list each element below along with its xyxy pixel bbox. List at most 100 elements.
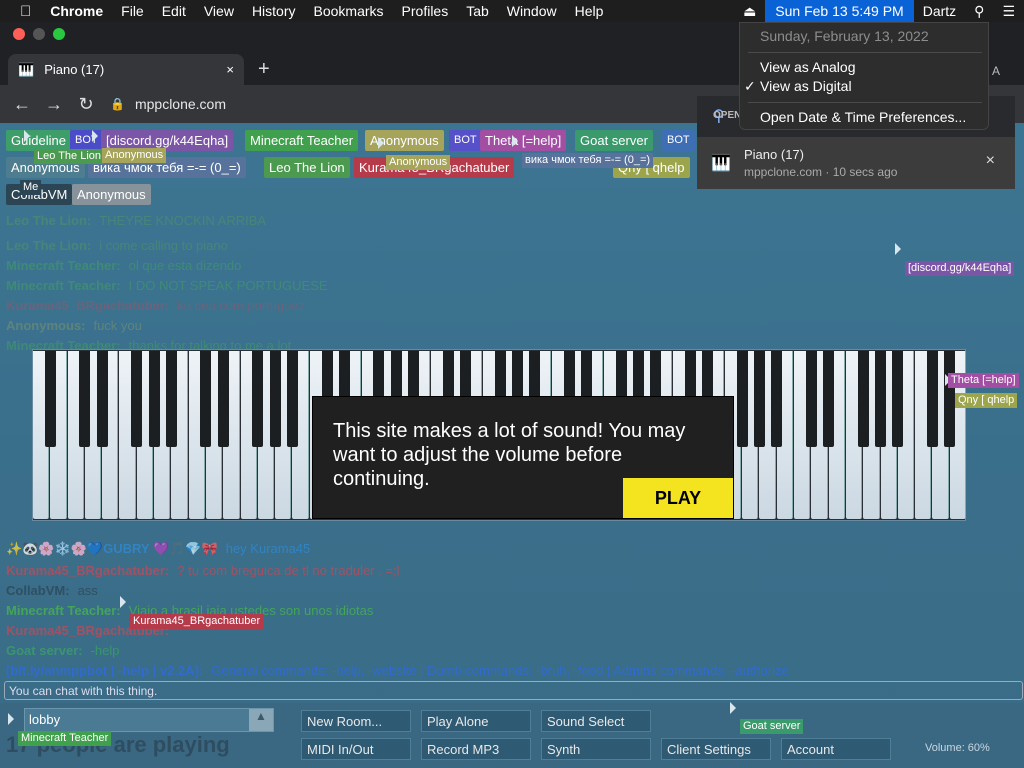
black-key[interactable]	[269, 351, 281, 447]
apple-icon[interactable]: 	[0, 3, 41, 20]
user-tag[interactable]: Theta [=help]	[480, 130, 567, 151]
chat-author: Leo The Lion:	[6, 238, 92, 253]
chat-message: CollabVM: ass	[6, 583, 98, 598]
menu-bar:  Chrome File Edit View History Bookmark…	[0, 0, 1024, 22]
user-tag[interactable]: BOT	[662, 130, 695, 151]
view-as-analog-item[interactable]: View as Analog	[760, 59, 855, 75]
cursor-icon	[512, 135, 518, 147]
chat-author: Minecraft Teacher:	[6, 278, 121, 293]
user-tag[interactable]: BOT	[449, 130, 482, 151]
black-key[interactable]	[944, 351, 956, 447]
cursor-icon	[730, 702, 736, 714]
menu-profiles[interactable]: Profiles	[393, 3, 458, 19]
menu-window[interactable]: Window	[498, 3, 566, 19]
play-button[interactable]: PLAY	[623, 478, 733, 518]
client-settings-button[interactable]: Client Settings	[661, 738, 771, 760]
view-as-digital-item[interactable]: View as Digital	[760, 78, 852, 94]
black-key[interactable]	[217, 351, 229, 447]
zoom-window-button[interactable]	[53, 28, 65, 40]
url-text: mppclone.com	[134, 96, 226, 112]
synth-button[interactable]: Synth	[541, 738, 651, 760]
menu-app-chrome[interactable]: Chrome	[41, 3, 112, 19]
black-key[interactable]	[79, 351, 91, 447]
tab-title: Piano (17)	[44, 62, 105, 77]
chat-text: ? tu com breguica de tl no traduler . =;…	[177, 563, 400, 578]
address-bar[interactable]: 🔒 mppclone.com	[110, 96, 226, 112]
menu-view[interactable]: View	[195, 3, 243, 19]
user-tag[interactable]: Anonymous	[365, 130, 444, 151]
chevron-up-icon[interactable]: ▲	[249, 709, 273, 731]
tab-close-icon[interactable]: ×	[226, 62, 234, 77]
back-icon[interactable]: ←	[6, 94, 38, 115]
close-icon[interactable]: ×	[986, 152, 995, 170]
black-key[interactable]	[892, 351, 904, 447]
cursor-icon	[92, 130, 98, 142]
minimize-window-button[interactable]	[33, 28, 45, 40]
menu-edit[interactable]: Edit	[153, 3, 195, 19]
cursor-tag: Goat server	[740, 719, 804, 734]
black-key[interactable]	[165, 351, 177, 447]
new-tab-button[interactable]: +	[258, 58, 270, 81]
black-key[interactable]	[96, 351, 108, 447]
cursor-tag: [discord.gg/k44Eqha]	[905, 261, 1015, 276]
room-selector[interactable]: lobby ▲	[24, 708, 274, 732]
chat-author: Leo The Lion:	[6, 213, 92, 228]
menu-history[interactable]: History	[243, 3, 305, 19]
user-tag[interactable]: Leo The Lion	[264, 157, 350, 178]
menu-bookmarks[interactable]: Bookmarks	[305, 3, 393, 19]
black-key[interactable]	[771, 351, 783, 447]
account-button[interactable]: Account	[781, 738, 891, 760]
chat-input[interactable]: You can chat with this thing.	[4, 681, 1023, 700]
chat-text: ass	[77, 583, 98, 598]
midi-button[interactable]: MIDI In/Out	[301, 738, 411, 760]
room-name: lobby	[29, 712, 61, 727]
chat-text: General commands: -help, -website | Dumb…	[211, 663, 789, 678]
black-key[interactable]	[875, 351, 887, 447]
forward-icon[interactable]: →	[38, 94, 70, 115]
play-alone-button[interactable]: Play Alone	[421, 710, 531, 732]
control-center-icon[interactable]: ☰	[993, 3, 1024, 20]
menu-help[interactable]: Help	[566, 3, 613, 19]
user-tag[interactable]: Goat server	[575, 130, 653, 151]
chat-message: Goat server: -help	[6, 643, 120, 658]
black-key[interactable]	[252, 351, 264, 447]
menu-user[interactable]: Dartz	[914, 3, 965, 19]
black-key[interactable]	[131, 351, 143, 447]
volume-knob[interactable]: Volume: 60%	[925, 742, 990, 754]
search-icon[interactable]: ⚲	[965, 3, 993, 20]
tab-piano[interactable]: 🎹 Piano (17) ×	[8, 54, 244, 85]
record-mp3-button[interactable]: Record MP3	[421, 738, 531, 760]
cursor-tag: Theta [=help]	[948, 373, 1019, 388]
black-key[interactable]	[736, 351, 748, 447]
black-key[interactable]	[286, 351, 298, 447]
cursor-icon	[24, 130, 30, 142]
new-room-button[interactable]: New Room...	[301, 710, 411, 732]
chat-text: hey Kurama45	[225, 541, 311, 556]
date-time-prefs-item[interactable]: Open Date & Time Preferences...	[760, 109, 966, 125]
menu-separator	[748, 52, 982, 53]
piano-favicon-icon: 🎹	[18, 61, 35, 77]
eject-icon[interactable]: ⏏	[734, 3, 765, 20]
sound-warning-modal: This site makes a lot of sound! You may …	[312, 396, 734, 519]
sound-select-button[interactable]: Sound Select	[541, 710, 651, 732]
black-key[interactable]	[200, 351, 212, 447]
open-tab-item[interactable]: 🎹 Piano (17) mppclone.com · 10 secs ago …	[697, 137, 1015, 189]
user-tag[interactable]: Minecraft Teacher	[245, 130, 359, 151]
black-key[interactable]	[148, 351, 160, 447]
user-tag[interactable]: Anonymous	[72, 184, 151, 205]
black-key[interactable]	[44, 351, 56, 447]
reload-icon[interactable]: ↻	[70, 94, 102, 115]
black-key[interactable]	[823, 351, 835, 447]
black-key[interactable]	[805, 351, 817, 447]
menu-tab[interactable]: Tab	[457, 3, 498, 19]
cursor-tag: Me	[20, 180, 42, 195]
user-tag[interactable]: Guideline	[6, 130, 71, 151]
black-key[interactable]	[926, 351, 938, 447]
cursor-icon	[378, 137, 384, 149]
menu-file[interactable]: File	[112, 3, 153, 19]
black-key[interactable]	[857, 351, 869, 447]
close-window-button[interactable]	[13, 28, 25, 40]
clock-dropdown-menu: Sunday, February 13, 2022 View as Analog…	[739, 22, 989, 130]
black-key[interactable]	[753, 351, 765, 447]
menu-clock[interactable]: Sun Feb 13 5:49 PM	[765, 0, 914, 22]
